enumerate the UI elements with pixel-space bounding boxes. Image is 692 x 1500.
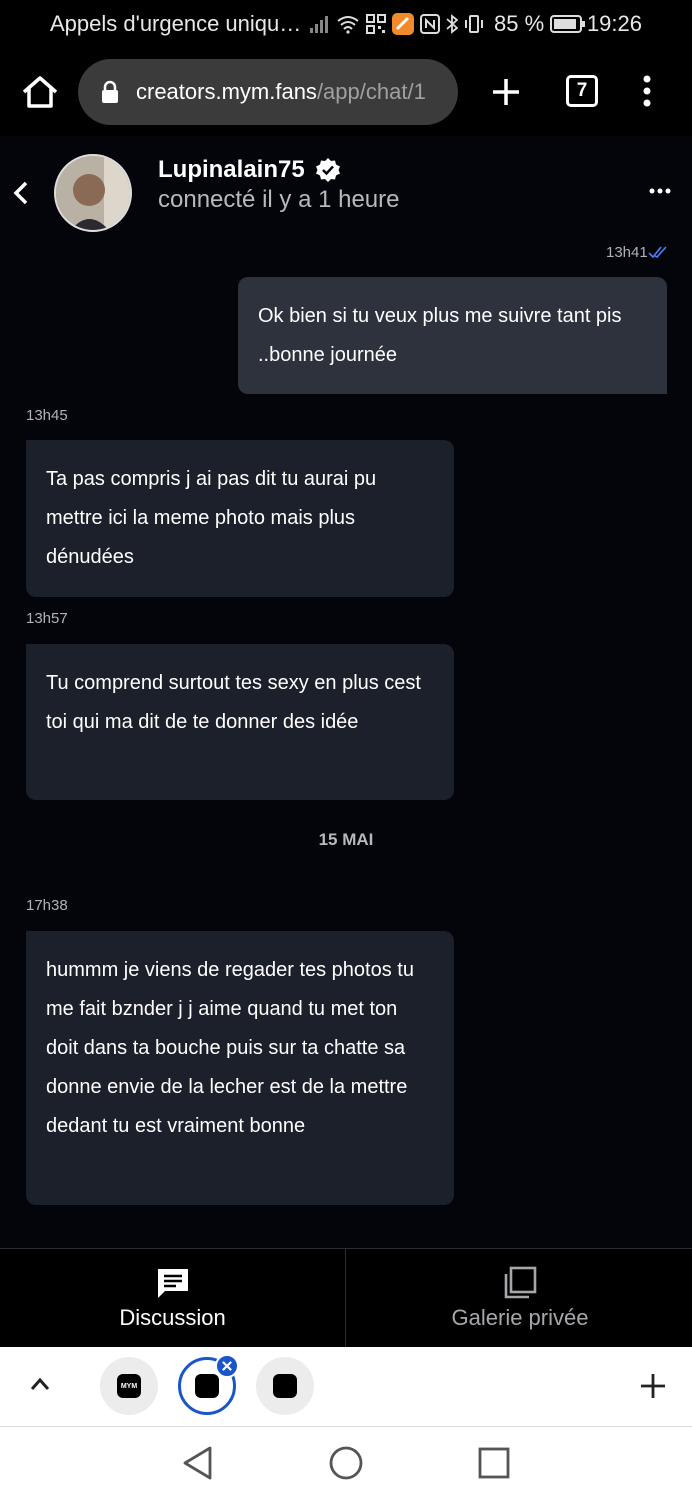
close-tab-icon[interactable] <box>215 1354 239 1378</box>
back-arrow-icon[interactable] <box>10 180 32 206</box>
back-triangle-icon[interactable] <box>180 1445 216 1481</box>
battery-percent: 85 % <box>494 11 545 36</box>
read-receipt-icon <box>648 246 667 259</box>
system-icons: 85 % <box>308 11 586 37</box>
mym-favicon <box>273 1374 297 1398</box>
url-domain: creators.mym.fans <box>136 79 317 104</box>
tab-gallery-label: Galerie privée <box>451 1305 589 1330</box>
more-options-icon[interactable] <box>648 186 672 196</box>
message-bubble-outgoing[interactable]: Ok bien si tu veux plus me suivre tant p… <box>238 277 667 394</box>
lock-icon <box>102 80 118 103</box>
date-separator: 15 MAI <box>318 830 374 849</box>
url-path: /app/chat/1 <box>316 79 426 104</box>
bluetooth-icon <box>446 14 458 34</box>
recents-square-icon[interactable] <box>476 1445 512 1481</box>
message-time: 17h38 <box>26 897 68 914</box>
vibrate-icon <box>465 15 483 33</box>
verified-badge-icon <box>315 158 340 182</box>
browser-toolbar: creators.mym.fans/app/chat/1 7 <box>0 48 692 136</box>
battery-icon <box>550 15 586 33</box>
message-time: 13h45 <box>26 407 68 424</box>
mym-favicon: MYM <box>117 1374 141 1398</box>
home-circle-icon[interactable] <box>328 1445 364 1481</box>
carrier-text: Appels d'urgence uniqu… <box>50 11 300 36</box>
nfc-icon <box>420 14 440 34</box>
avatar[interactable] <box>54 154 132 232</box>
mym-favicon-active <box>195 1374 219 1398</box>
add-tab-icon[interactable] <box>640 1373 666 1399</box>
tab-private-gallery[interactable]: Galerie privée <box>347 1249 692 1348</box>
qr-icon <box>366 14 386 34</box>
chat-header: Lupinalain75 connecté il y a 1 heure <box>0 136 692 248</box>
browser-tab-strip: MYM <box>0 1347 692 1427</box>
overflow-menu-icon[interactable] <box>636 74 658 108</box>
browser-tab[interactable] <box>256 1357 314 1415</box>
new-tab-icon[interactable] <box>490 76 522 108</box>
chat-bubble-icon <box>158 1269 188 1298</box>
message-time: 13h57 <box>26 610 68 627</box>
message-bubble-incoming[interactable]: Tu comprend surtout tes sexy en plus ces… <box>26 644 454 800</box>
message-bubble-incoming[interactable]: hummm je viens de regader tes photos tu … <box>26 931 454 1205</box>
app-notification-icon <box>392 13 414 35</box>
system-nav-bar <box>0 1427 692 1500</box>
status-bar: Appels d'urgence uniqu… 85 % 19:26 <box>0 0 692 48</box>
browser-tab-active[interactable] <box>178 1354 239 1415</box>
contact-name-row: Lupinalain75 <box>158 156 341 184</box>
contact-name: Lupinalain75 <box>158 156 305 183</box>
address-bar[interactable]: creators.mym.fans/app/chat/1 <box>78 59 458 125</box>
presence-status: connecté il y a 1 heure <box>158 186 400 213</box>
chevron-up-icon[interactable] <box>30 1377 50 1391</box>
browser-tab[interactable]: MYM <box>100 1357 158 1415</box>
wifi-icon <box>337 16 359 34</box>
tab-discussion-label: Discussion <box>119 1305 226 1330</box>
message-bubble-incoming[interactable]: Ta pas compris j ai pas dit tu aurai pu … <box>26 440 454 597</box>
message-time: 13h41 <box>606 244 648 261</box>
clock: 19:26 <box>586 11 642 36</box>
avatar-image <box>56 156 130 230</box>
bottom-tab-bar: Discussion Galerie privée <box>0 1248 692 1348</box>
tab-switcher-button[interactable]: 7 <box>566 75 598 107</box>
signal-icon <box>310 16 328 33</box>
home-icon[interactable] <box>20 74 60 110</box>
tab-discussion[interactable]: Discussion <box>0 1249 346 1348</box>
url-text: creators.mym.fans/app/chat/1 <box>136 79 426 105</box>
gallery-icon <box>504 1266 537 1299</box>
